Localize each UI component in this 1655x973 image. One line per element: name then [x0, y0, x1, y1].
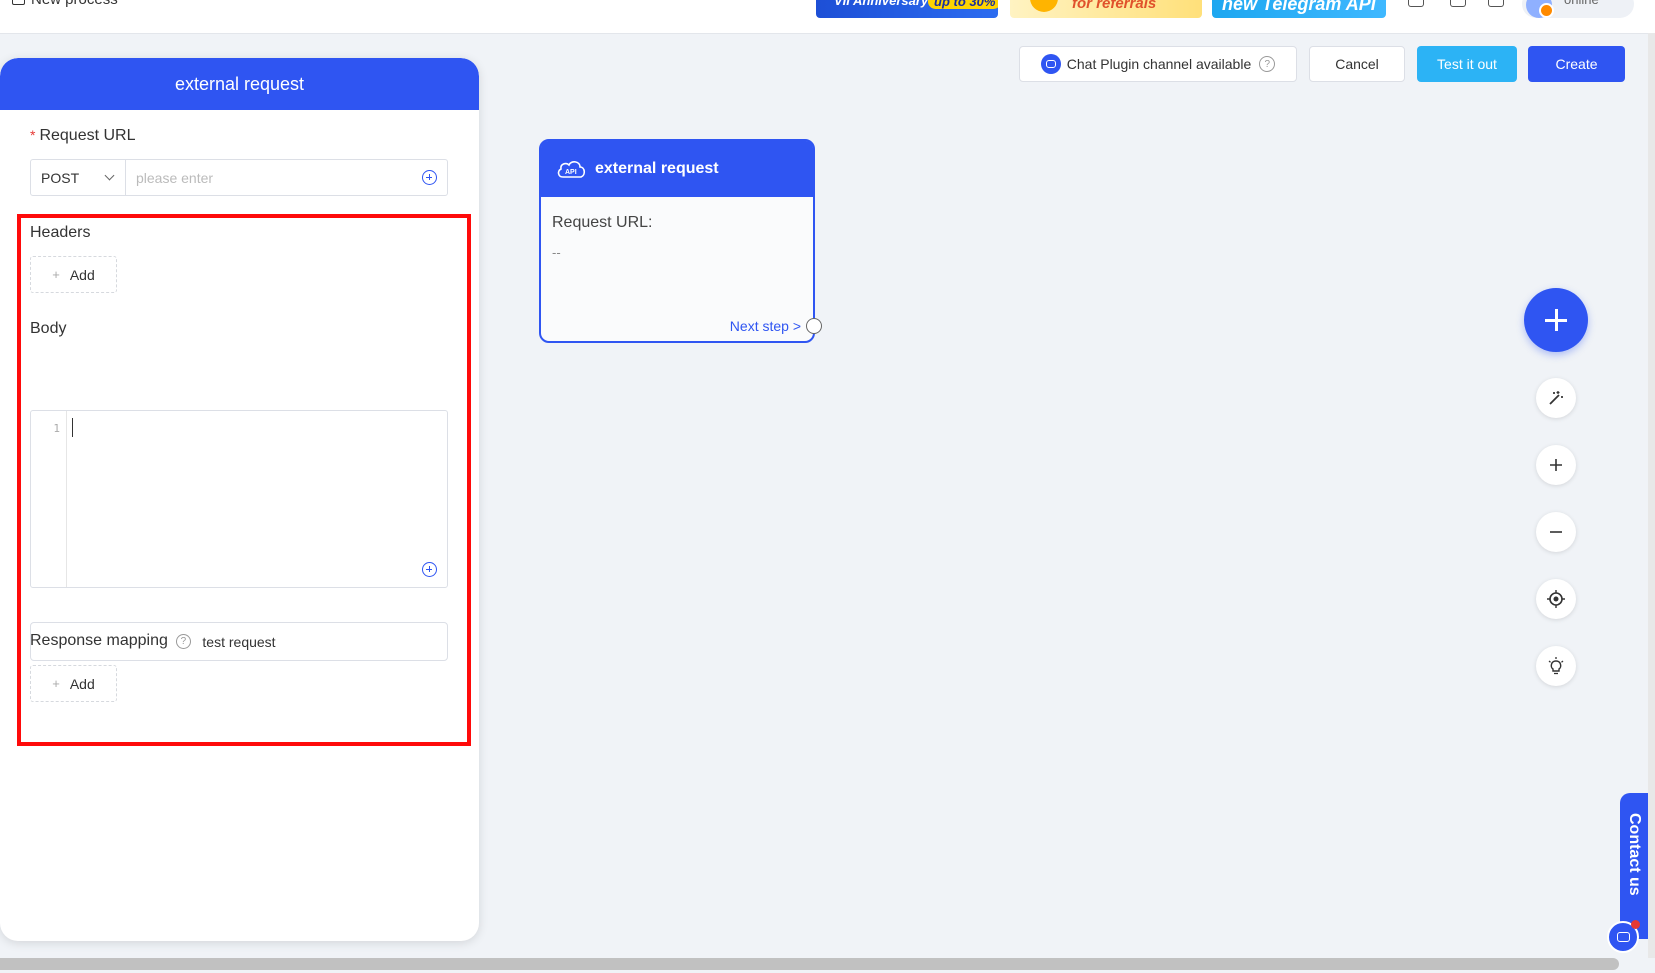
- node-url-label: Request URL:: [552, 214, 653, 231]
- cancel-button[interactable]: Cancel: [1309, 46, 1405, 82]
- request-url-label: * Request URL: [30, 127, 136, 145]
- request-url-input[interactable]: [126, 160, 422, 195]
- headers-label: Headers: [30, 224, 91, 241]
- panel-title: external request: [0, 58, 479, 110]
- magic-wand-icon: [1549, 391, 1563, 405]
- breadcrumb-label: New process: [31, 0, 118, 8]
- minus-icon: [1550, 531, 1562, 533]
- top-bar: New process VII Anniversary up to 30% fo…: [0, 0, 1655, 34]
- chat-plugin-icon: [1040, 54, 1061, 74]
- chat-plugin-label: Chat Plugin channel available: [1066, 56, 1252, 72]
- request-url-row: POST: [30, 159, 448, 196]
- required-marker: *: [30, 127, 36, 143]
- status-text: online: [1564, 0, 1599, 7]
- help-icon[interactable]: ?: [1259, 56, 1276, 72]
- lightbulb-icon: [1548, 657, 1564, 675]
- editor-gutter: 1: [31, 411, 67, 587]
- next-step-link[interactable]: Next step >: [730, 318, 801, 334]
- anniversary-banner-text: VII Anniversary: [834, 0, 929, 8]
- referral-banner-text: for referrals: [1072, 0, 1157, 12]
- response-mapping-label-text: Response mapping: [30, 632, 168, 649]
- add-node-button[interactable]: [1524, 288, 1588, 352]
- document-icon: [12, 0, 25, 5]
- referral-banner[interactable]: for referrals: [1010, 0, 1202, 18]
- chat-plugin-button[interactable]: Chat Plugin channel available ?: [1019, 46, 1297, 82]
- sun-icon: [1030, 0, 1058, 12]
- api-badge: API: [565, 169, 577, 176]
- cloud-api-icon: API: [557, 161, 586, 178]
- bell-icon[interactable]: [1408, 0, 1424, 7]
- insert-variable-icon[interactable]: [422, 562, 437, 577]
- plus-icon: [1550, 459, 1562, 471]
- body-editor[interactable]: 1: [30, 410, 448, 588]
- node-config-panel: external request *Request URL POST Heade…: [0, 58, 479, 941]
- node-url-value: --: [552, 245, 561, 260]
- flow-node-external-request[interactable]: API external request Request URL: -- Nex…: [539, 139, 822, 343]
- zoom-out-button[interactable]: [1536, 512, 1576, 552]
- breadcrumb[interactable]: New process: [12, 0, 118, 8]
- avatar: [1526, 0, 1554, 18]
- tips-button[interactable]: [1536, 646, 1576, 686]
- add-header-button[interactable]: + Add: [30, 256, 117, 293]
- body-label: Body: [30, 320, 67, 337]
- target-icon: [1547, 590, 1565, 608]
- add-response-mapping-button[interactable]: + Add: [30, 665, 117, 702]
- notification-dot: [1631, 920, 1640, 929]
- node-header: API external request: [541, 141, 813, 197]
- plus-icon: +: [52, 676, 60, 691]
- chat-icon[interactable]: [1488, 0, 1504, 7]
- chevron-down-icon: [104, 170, 115, 181]
- help-icon[interactable]: ?: [175, 634, 191, 649]
- method-value: POST: [41, 169, 80, 186]
- method-select[interactable]: POST: [31, 160, 126, 195]
- anniversary-banner[interactable]: VII Anniversary up to 30%: [816, 0, 998, 18]
- window-icon[interactable]: [1450, 0, 1466, 7]
- status-dot: [1539, 3, 1554, 18]
- test-it-out-button[interactable]: Test it out: [1417, 46, 1517, 82]
- auto-layout-button[interactable]: [1536, 378, 1576, 418]
- telegram-banner[interactable]: new Telegram API: [1212, 0, 1386, 18]
- zoom-in-button[interactable]: [1536, 445, 1576, 485]
- node-title: external request: [595, 160, 719, 177]
- response-mapping-label: Response mapping?: [30, 632, 191, 650]
- insert-variable-icon[interactable]: [422, 170, 437, 185]
- vertical-scrollbar[interactable]: [1648, 33, 1655, 958]
- output-port[interactable]: [806, 318, 822, 334]
- telegram-banner-text: new Telegram API: [1222, 0, 1376, 14]
- plus-icon: +: [52, 267, 60, 282]
- locate-button[interactable]: [1536, 579, 1576, 619]
- add-header-label: Add: [69, 266, 95, 283]
- chat-bubble-icon[interactable]: [1607, 920, 1640, 953]
- text-caret: [72, 418, 73, 437]
- horizontal-scrollbar[interactable]: [0, 958, 1619, 970]
- request-url-label-text: Request URL: [39, 127, 136, 144]
- contact-us-label: Contact us: [1626, 813, 1643, 896]
- user-status[interactable]: online: [1522, 0, 1634, 18]
- discount-badge: up to 30%: [928, 0, 998, 9]
- add-response-mapping-label: Add: [69, 675, 95, 692]
- create-button[interactable]: Create: [1528, 46, 1625, 82]
- line-number: 1: [53, 422, 60, 435]
